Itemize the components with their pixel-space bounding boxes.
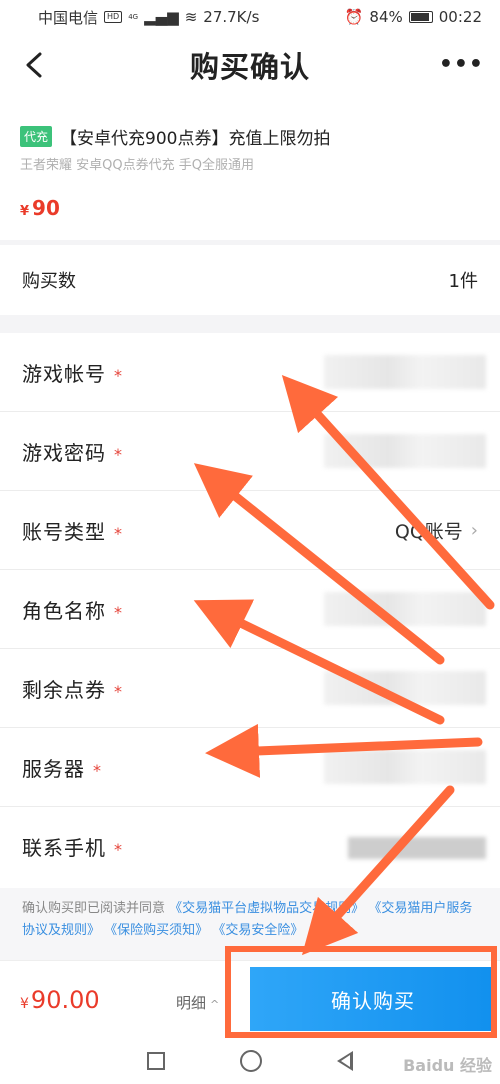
field-label: 游戏帐号 * [22,358,123,387]
label-text: 账号类型 [22,519,106,544]
net-speed: 27.7K/s [203,8,260,26]
more-dots-icon[interactable]: ••• [439,54,484,76]
hd-icon: HD [104,11,123,23]
label-text: 角色名称 [22,598,106,623]
quantity-value: 1件 [448,271,478,292]
contact-phone-input[interactable] [348,837,486,859]
label-text: 游戏密码 [22,440,106,465]
annotation-highlight-box [225,946,497,1038]
back-triangle-icon[interactable] [336,1051,353,1071]
chevron-up-icon: ^ [210,998,220,1011]
page-title: 购买确认 [189,50,310,84]
total-price: ¥90.00 [20,986,100,1014]
chevron-right-icon: › [470,519,478,541]
label-text: 服务器 [22,756,85,781]
agreement-prefix: 确认购买即已阅读并同意 [22,901,166,916]
required-mark: * [93,760,102,780]
battery-percent: 84% [369,8,403,26]
product-subtitle: 王者荣耀 安卓QQ点券代充 手Q全服通用 [20,158,254,173]
required-mark: * [114,523,123,543]
alarm-icon: ⏰ [344,8,364,26]
field-game-account[interactable]: 游戏帐号 * [0,333,500,412]
field-game-password[interactable]: 游戏密码 * [0,412,500,491]
link-safety-insurance[interactable]: 《交易安全险》 [212,923,303,938]
price-value: 90 [32,196,60,220]
quantity-label: 购买数 [22,271,76,292]
field-server[interactable]: 服务器 * [0,728,500,807]
currency-symbol: ¥ [20,996,29,1012]
detail-label: 明细 [176,994,207,1012]
product-title: 【安卓代充900点券】充值上限勿拍 [60,129,331,149]
chevron-left-icon[interactable] [20,48,50,82]
field-label: 游戏密码 * [22,437,123,466]
field-contact-phone[interactable]: 联系手机 * [0,807,500,886]
network-type: 4G [128,13,139,21]
field-label: 剩余点券 * [22,674,123,703]
detail-toggle[interactable]: 明细 ^ [176,992,219,1013]
required-mark: * [114,602,123,622]
remaining-coupons-input[interactable] [324,671,486,705]
signal-icon: ▂▄▆ [144,8,179,26]
link-trade-rules[interactable]: 《交易猫平台虚拟物品交易规则》 [169,901,364,916]
watermark: Baidu 经验 [403,1056,492,1075]
label-text: 剩余点券 [22,677,106,702]
account-form: 游戏帐号 * 游戏密码 * 账号类型 * QQ账号 › 角色名称 * 剩余点券 * 服务器… [0,333,500,886]
product-card: 代充 【安卓代充900点券】充值上限勿拍 王者荣耀 安卓QQ点券代充 手Q全服通… [0,96,500,240]
required-mark: * [114,365,123,385]
field-account-type[interactable]: 账号类型 * QQ账号 › [0,491,500,570]
quantity-row: 购买数 1件 [0,245,500,315]
product-badge: 代充 [20,126,53,147]
field-role-name[interactable]: 角色名称 * [0,570,500,649]
account-type-value: QQ账号 [394,520,463,543]
divider [0,315,500,333]
role-name-input[interactable] [324,592,486,626]
battery-icon [408,11,433,23]
link-insurance-notice[interactable]: 《保险购买须知》 [104,923,208,938]
required-mark: * [114,681,123,701]
recent-apps-icon[interactable] [147,1052,166,1070]
field-label: 角色名称 * [22,595,123,624]
product-price: ¥90 [20,196,60,220]
required-mark: * [114,840,123,859]
field-label: 账号类型 * [22,516,123,545]
account-type-select[interactable]: QQ账号 › [395,517,478,544]
game-account-input[interactable] [324,355,486,389]
navigation-bar: 购买确认 ••• [0,34,500,96]
server-input[interactable] [324,750,486,784]
required-mark: * [114,444,123,464]
status-bar: 中国电信 HD 4G ▂▄▆ ≋ 27.7K/s ⏰ 84% 00:22 [0,0,500,34]
field-label: 联系手机 * [22,832,123,861]
field-remaining-coupons[interactable]: 剩余点券 * [0,649,500,728]
home-icon[interactable] [239,1050,262,1072]
clock: 00:22 [438,8,482,26]
total-value: 90.00 [30,986,100,1014]
label-text: 游戏帐号 [22,361,106,386]
field-label: 服务器 * [22,753,102,782]
game-password-input[interactable] [324,434,486,468]
wifi-icon: ≋ [184,8,198,26]
label-text: 联系手机 [22,836,106,860]
carrier-label: 中国电信 [38,8,99,27]
currency-symbol: ¥ [20,204,30,219]
